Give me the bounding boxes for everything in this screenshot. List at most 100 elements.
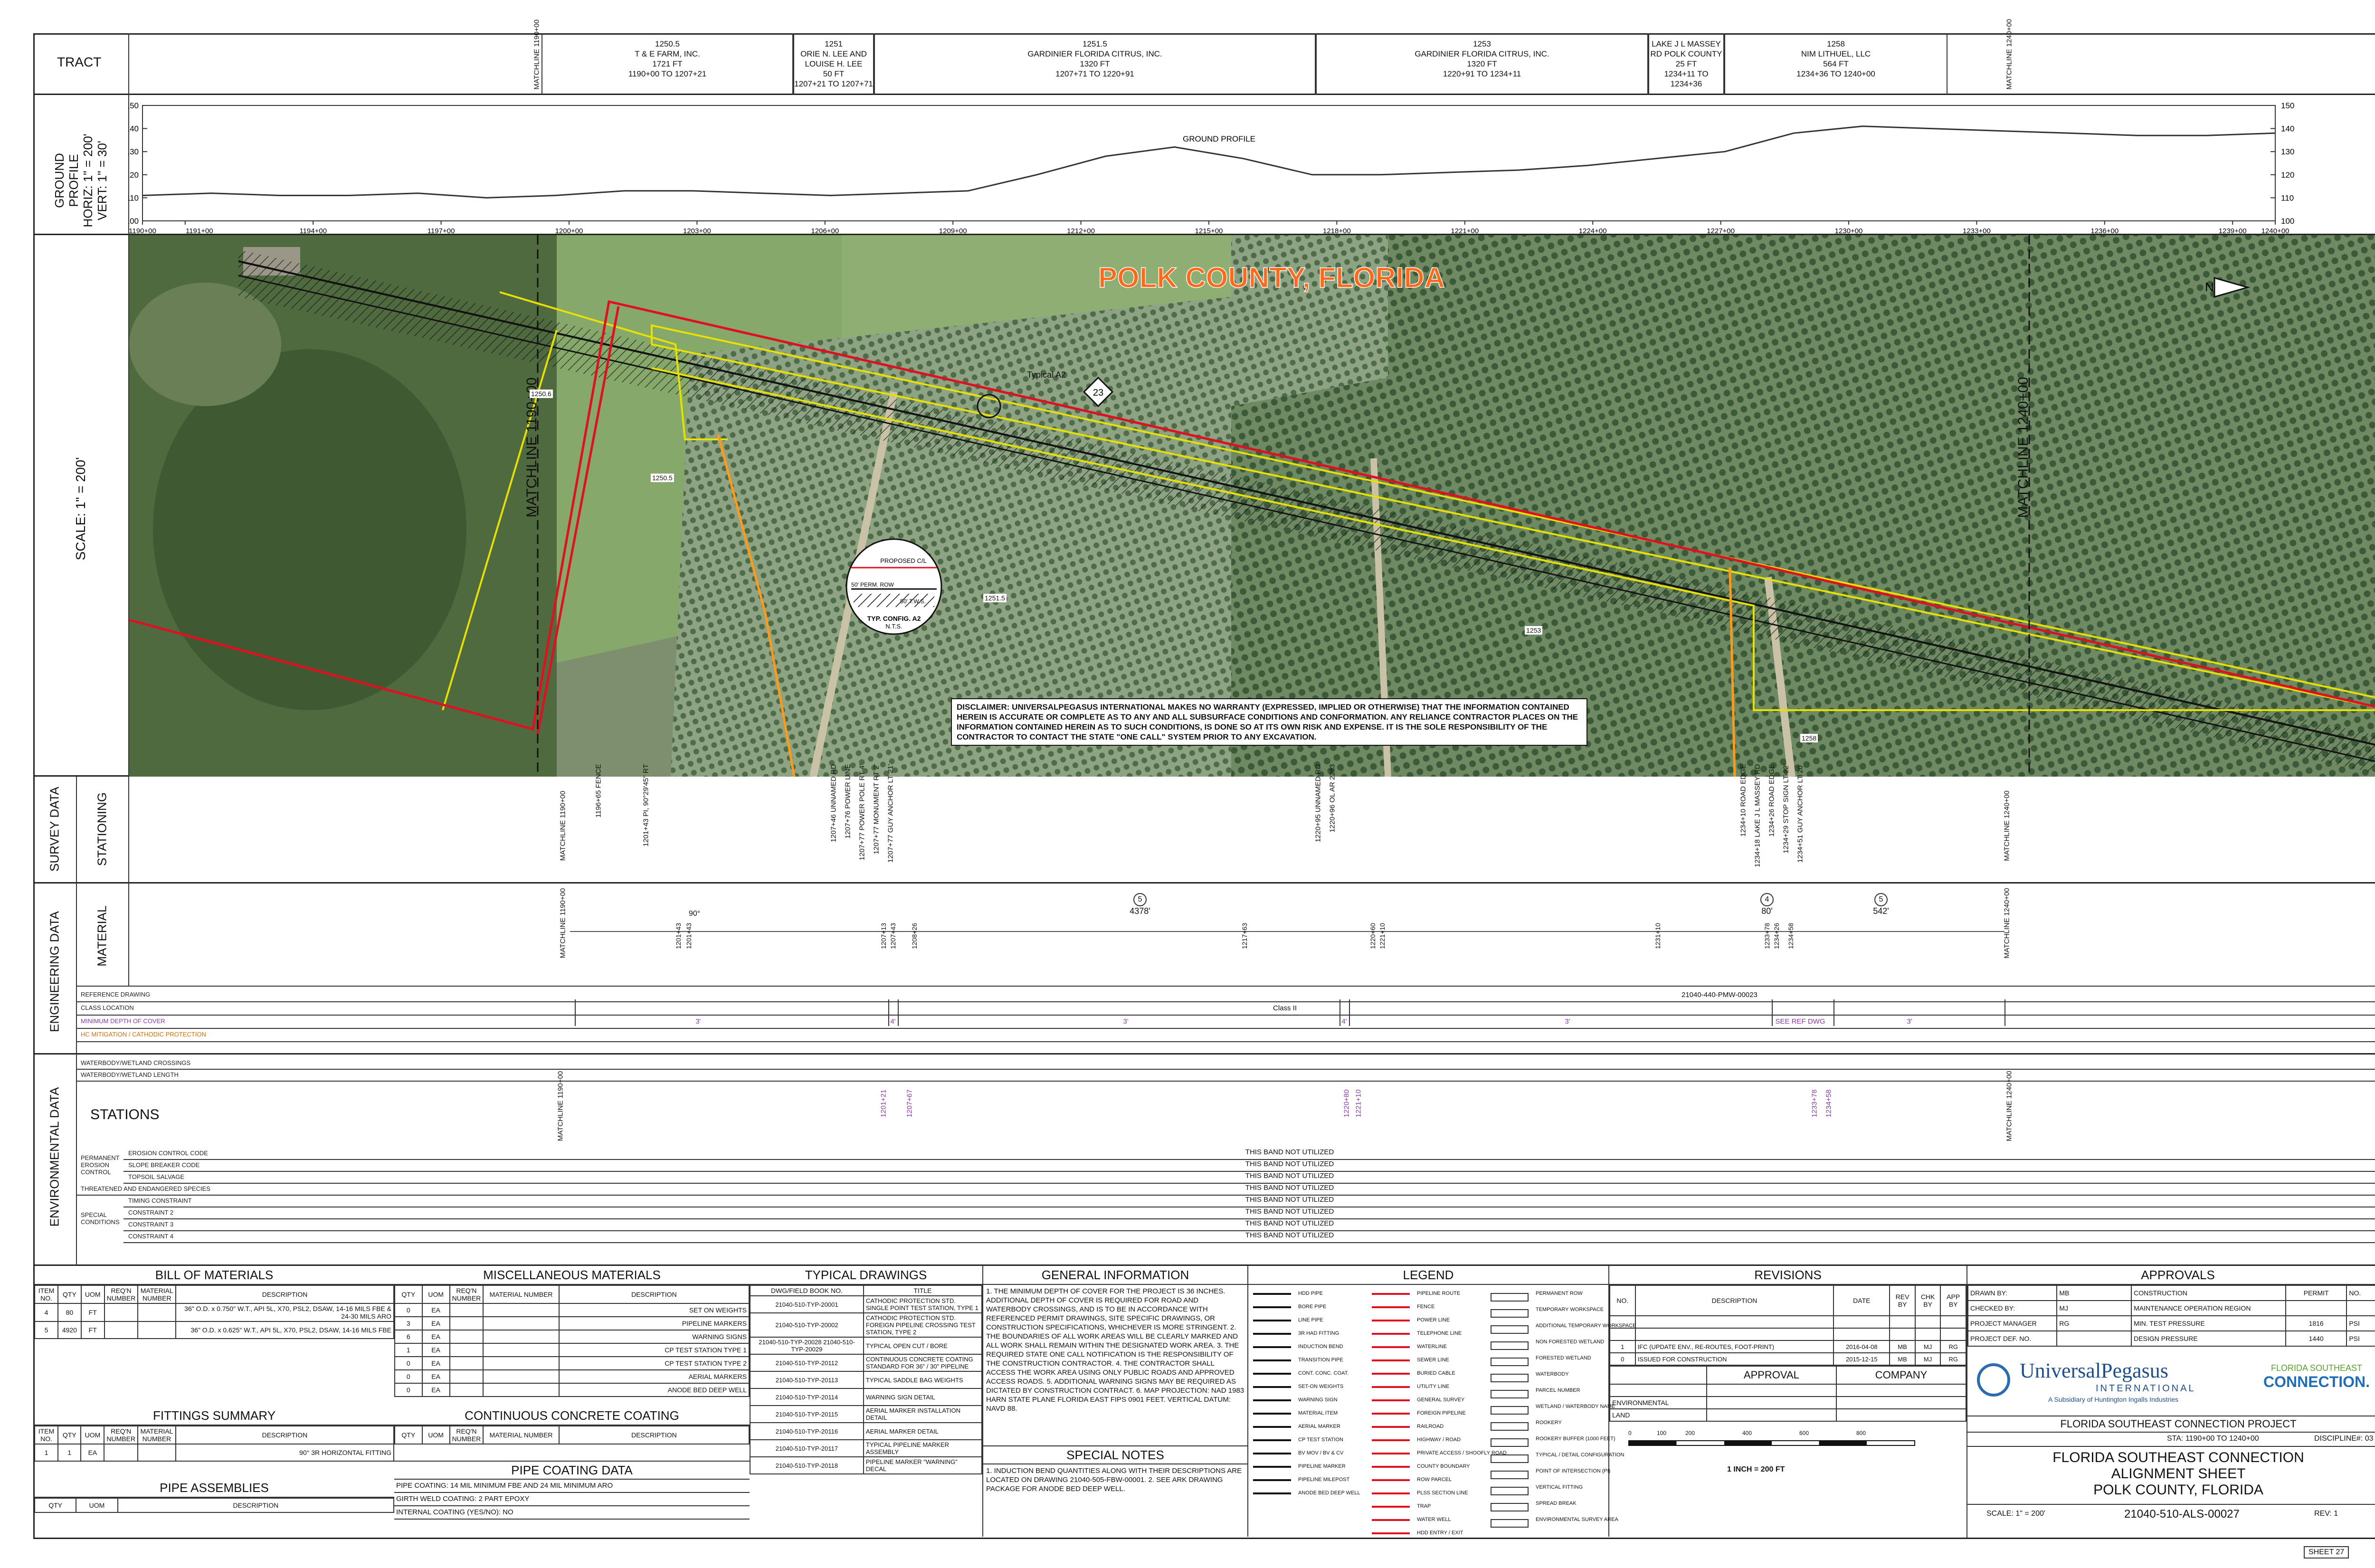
table-cell: PROJECT MANAGER bbox=[1967, 1315, 2058, 1331]
fsc-logo: FLORIDA SOUTHEAST CONNECTION. bbox=[2252, 1363, 2375, 1391]
profile-x-tick: 1227+00 bbox=[1707, 227, 1735, 235]
tract-cell-range: 1220+91 TO 1234+11 bbox=[1443, 69, 1521, 78]
scale-tick: 200 bbox=[1685, 1430, 1695, 1436]
typical-drawings-table: DWG/FIELD BOOK NO. TITLE 21040-510-TYP-200… bbox=[750, 1285, 983, 1474]
cover-value: SEE REF DWG bbox=[1775, 1017, 1825, 1026]
profile-y-tick: 140 bbox=[128, 124, 139, 133]
material-callout-length: 4378' bbox=[1130, 906, 1150, 916]
revision-number: REV: 1 bbox=[2314, 1510, 2338, 1518]
revisions: REVISIONS NO. DESCRIPTION DATE REV BY CHK BY A… bbox=[1609, 1266, 1966, 1537]
band-not-utilized: THIS BAND NOT UTILIZED bbox=[1245, 1219, 1334, 1227]
survey-band: SURVEY DATA STATIONING MATCHLINE 1190+00… bbox=[33, 764, 2375, 884]
table-row: 21040-510-TYP-20113 TYPICAL SADDLE BAG WE… bbox=[750, 1371, 983, 1389]
legend-item: CP TEST STATION bbox=[1298, 1437, 1343, 1443]
legend-item: FORESTED WETLAND bbox=[1536, 1355, 1591, 1361]
legend-item: AERIAL MARKER bbox=[1298, 1424, 1340, 1429]
legend-swatch bbox=[1491, 1406, 1529, 1415]
legend-item: SPREAD BREAK bbox=[1536, 1501, 1577, 1506]
tract-cell-owner: LAKE J L MASSEY RD POLK COUNTY bbox=[1650, 39, 1722, 58]
table-cell: 0 bbox=[394, 1303, 423, 1317]
profile-chart: 1501501401401301301201201101101001001190… bbox=[128, 101, 2294, 235]
legend-swatch bbox=[1372, 1293, 1410, 1295]
profile-x-tick: 1191+00 bbox=[186, 227, 213, 235]
legend-item: ANODE BED DEEP WELL bbox=[1298, 1490, 1360, 1496]
survey-station-entry: 1234+18 LAKE J L MASSEY RD bbox=[1753, 764, 1762, 867]
table-row: PROJECT DEF. NO. DESIGN PRESSURE 1440 PSI bbox=[1967, 1330, 2375, 1347]
table-header: UOM bbox=[76, 1498, 118, 1513]
sheet-title-2: ALIGNMENT SHEET bbox=[2111, 1466, 2246, 1482]
legend-swatch bbox=[1372, 1359, 1410, 1361]
table-cell bbox=[449, 1330, 484, 1344]
table-row: 21040-510-TYP-20002 CATHODIC PROTECTION S… bbox=[750, 1312, 983, 1338]
environmental-row-label: CONSTRAINT 2 bbox=[128, 1209, 174, 1216]
legend-swatch bbox=[1372, 1532, 1410, 1534]
legend-item: PERMANENT ROW bbox=[1536, 1291, 1583, 1296]
table-row: DRAWN BY: MB CONSTRUCTION PERMIT NO. bbox=[1967, 1285, 2375, 1301]
table-cell: 1 bbox=[394, 1343, 423, 1357]
band-not-utilized: THIS BAND NOT UTILIZED bbox=[1245, 1196, 1334, 1204]
material-callout-number: 5 bbox=[1874, 893, 1888, 906]
survey-station-entry: 1207+46 UNNAMED RD bbox=[829, 764, 838, 843]
table-cell: MB bbox=[2056, 1285, 2132, 1301]
svg-text:N: N bbox=[2205, 280, 2214, 294]
legend-item: HDD ENTRY / EXIT bbox=[1417, 1530, 1463, 1536]
table-row: 21040-510-TYP-20028 21040-510-TYP-20029 T… bbox=[750, 1337, 983, 1355]
material-station: 1207+43 bbox=[889, 923, 897, 949]
table-cell: WARNING SIGN DETAIL bbox=[863, 1388, 983, 1406]
table-header: MATERIAL NUMBER bbox=[483, 1425, 560, 1444]
class-location-value: Class II bbox=[1273, 1004, 1297, 1012]
table-cell bbox=[483, 1343, 560, 1357]
legend-swatch bbox=[1372, 1413, 1410, 1415]
table-row: 21040-510-TYP-20117 TYPICAL PIPELINE MARK… bbox=[750, 1439, 983, 1457]
table-row: 1 1 EA 90° 3R HORIZONTAL FITTING bbox=[34, 1444, 395, 1462]
legend-item: ROOKERY bbox=[1536, 1420, 1562, 1425]
table-cell: 3 bbox=[394, 1316, 423, 1330]
table-header: NO. bbox=[1609, 1285, 1636, 1316]
table-cell: AERIAL MARKERS bbox=[558, 1369, 750, 1384]
survey-station-entry: 1207+77 MONUMENT RT 2' bbox=[872, 764, 881, 855]
legend-item: RAILROAD bbox=[1417, 1424, 1444, 1429]
continuous-concrete-coating-title: CONTINUOUS CONCRETE COATING bbox=[394, 1406, 750, 1425]
scale-tick: 400 bbox=[1742, 1430, 1752, 1436]
table-cell: 0 bbox=[394, 1369, 423, 1384]
legend-item: BORE PIPE bbox=[1298, 1304, 1327, 1310]
legend-swatch bbox=[1253, 1306, 1291, 1308]
tract-cell-owner: GARDINIER FLORIDA CITRUS, INC. bbox=[1415, 49, 1549, 58]
table-row: 21040-510-TYP-20115 AERIAL MARKER INSTALL… bbox=[750, 1405, 983, 1423]
profile-y-tick: 110 bbox=[128, 193, 139, 202]
legend-swatch bbox=[1253, 1466, 1291, 1468]
profile-x-tick: 1240+00 bbox=[2261, 227, 2290, 235]
environmental-station: 1201+21 bbox=[879, 1089, 888, 1118]
table-header: REQ'N NUMBER bbox=[449, 1425, 484, 1444]
table-cell: PSI bbox=[2346, 1315, 2375, 1331]
tract-label: TRACT bbox=[57, 55, 102, 69]
tract-cell-id: 1253 bbox=[1473, 39, 1491, 48]
table-cell: 0 bbox=[394, 1383, 423, 1397]
revisions-table: NO. DESCRIPTION DATE REV BY CHK BY APP BY 1 IFC… bbox=[1609, 1285, 1966, 1366]
table-header: DESCRIPTION bbox=[1634, 1285, 1834, 1316]
ground-profile-label: GROUND PROFILE bbox=[1183, 134, 1255, 143]
survey-station-entry: 1234+26 ROAD EDGE bbox=[1767, 764, 1776, 837]
profile-x-tick: 1215+00 bbox=[1195, 227, 1223, 235]
tract-cell: 1250.5 T & E FARM, INC. 1721 FT 1190+00 TO … bbox=[542, 33, 793, 95]
revisions-title: REVISIONS bbox=[1609, 1266, 1966, 1285]
legend-swatch bbox=[1253, 1453, 1291, 1454]
environmental-station: 1221+10 bbox=[1354, 1089, 1363, 1118]
table-cell bbox=[483, 1316, 560, 1330]
table-header: DWG/FIELD BOOK NO. bbox=[750, 1285, 864, 1296]
general-information-text: 1. THE MINIMUM DEPTH OF COVER FOR THE PR… bbox=[986, 1287, 1244, 1413]
profile-x-tick: 1206+00 bbox=[811, 227, 839, 235]
table-cell: PIPELINE MARKER "WARNING" DECAL bbox=[863, 1456, 983, 1474]
table-cell: WARNING SIGNS bbox=[558, 1330, 750, 1344]
legend-item: UTILITY LINE bbox=[1417, 1384, 1450, 1389]
table-cell: 21040-510-TYP-20117 bbox=[750, 1439, 864, 1457]
legend-item: WARNING SIGN bbox=[1298, 1397, 1338, 1403]
environmental-row-label: TIMING CONSTRAINT bbox=[128, 1197, 192, 1204]
legend-item: WATERLINE bbox=[1417, 1344, 1447, 1349]
env-matchline-right: MATCHLINE 1240+00 bbox=[2005, 1071, 2014, 1141]
survey-matchline-left: MATCHLINE 1190+00 bbox=[559, 790, 567, 861]
legend-swatch bbox=[1372, 1492, 1410, 1494]
approvals-table: DRAWN BY: MB CONSTRUCTION PERMIT NO. CHECKED … bbox=[1967, 1285, 2375, 1347]
table-header: QTY bbox=[394, 1285, 423, 1304]
map-disclaimer: DISCLAIMER: UNIVERSALPEGASUS INTERNATION… bbox=[951, 698, 1587, 746]
